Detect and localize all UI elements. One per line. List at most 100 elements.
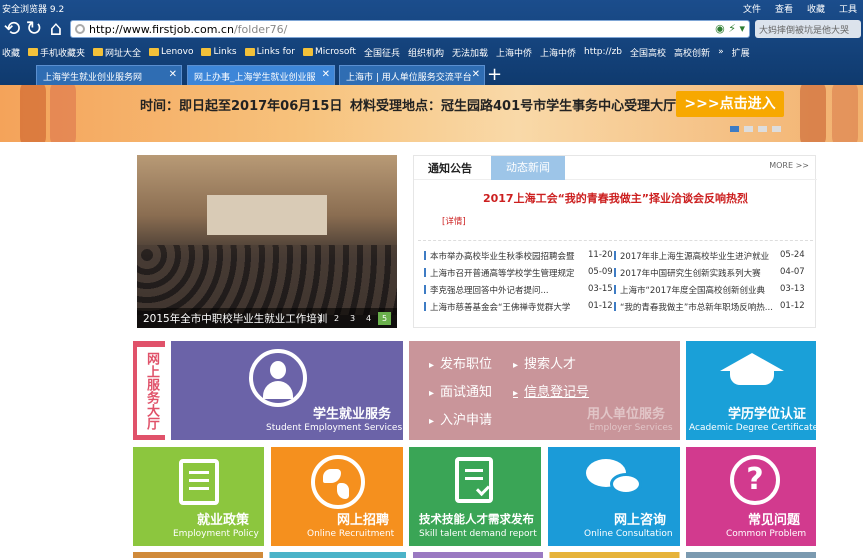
- tab-news[interactable]: 动态新闻: [491, 156, 565, 180]
- bookmark-cannot-load[interactable]: 无法加载: [452, 46, 488, 59]
- news-item[interactable]: 上海市召开普通高等学校学生管理规定: [424, 267, 575, 279]
- tile-title: 学历学位认证: [728, 407, 807, 422]
- close-icon[interactable]: ✕: [169, 69, 177, 80]
- tab-employer-platform[interactable]: 上海市 | 用人单位服务交流平台 ✕: [339, 65, 485, 85]
- menu-favorites[interactable]: 收藏: [807, 2, 825, 15]
- news-date: 01-12: [588, 301, 613, 311]
- academic-degree-tile[interactable]: 学历学位认证 Academic Degree Certificate: [686, 341, 816, 440]
- menu-bar: 文件 查看 收藏 工具: [743, 2, 857, 15]
- close-icon[interactable]: ✕: [472, 69, 480, 80]
- close-icon[interactable]: ✕: [322, 69, 330, 80]
- browser-chrome: 安全浏览器 9.2 文件 查看 收藏 工具 ⟲ ↻ ⌂ http://www.f…: [0, 0, 863, 142]
- bookmark-links[interactable]: Links: [201, 47, 237, 57]
- tile-subtitle: Online Recruitment: [307, 529, 395, 539]
- bookmark-conscription[interactable]: 全国征兵: [364, 46, 400, 59]
- online-consultation-tile[interactable]: 网上咨询 Online Consultation: [548, 447, 680, 546]
- bookmark-microsoft[interactable]: Microsoft: [302, 47, 356, 57]
- banner-enter-button[interactable]: >>>点击进入: [676, 91, 784, 117]
- menu-tools[interactable]: 工具: [839, 2, 857, 15]
- address-bar[interactable]: http://www.firstjob.com.cn/folder76/ ◉ ⚡…: [70, 20, 750, 38]
- extensions-button[interactable]: 扩展: [732, 46, 750, 59]
- tile-title: 用人单位服务: [587, 407, 666, 422]
- tab-notices[interactable]: 通知公告: [428, 160, 472, 176]
- photo-page[interactable]: 4: [362, 312, 375, 325]
- bookmark-zb[interactable]: http://zb: [584, 47, 622, 57]
- pager-dot[interactable]: [744, 126, 753, 132]
- runner-decoration: [50, 85, 76, 142]
- tile-subtitle: Online Consultation: [584, 529, 673, 539]
- common-problem-tile[interactable]: ? 常见问题 Common Problem: [686, 447, 816, 546]
- security-icon[interactable]: ◉ ⚡ ▾: [715, 22, 745, 35]
- bookmark-organization[interactable]: 组织机构: [408, 46, 444, 59]
- tab-online-office[interactable]: 网上办事_上海学生就业创业服 ✕: [187, 65, 335, 85]
- bookmark-zhongqiao-2[interactable]: 上海中侨: [540, 46, 576, 59]
- tile-title: 就业政策: [197, 513, 250, 528]
- pager-dot[interactable]: [758, 126, 767, 132]
- news-date: 04-07: [780, 267, 805, 277]
- employment-policy-tile[interactable]: 就业政策 Employment Policy: [133, 447, 264, 546]
- bookmark-zhongqiao-1[interactable]: 上海中侨: [496, 46, 532, 59]
- news-panel: 通知公告 动态新闻 MORE >> 2017上海工会“我的青春我做主”择业洽谈会…: [413, 155, 817, 328]
- news-item[interactable]: 2017年中国研究生创新实践系列大赛: [614, 267, 761, 279]
- interview-notice-link[interactable]: 面试通知: [429, 381, 492, 400]
- menu-file[interactable]: 文件: [743, 2, 761, 15]
- news-item[interactable]: 上海市慈善基金会“王佛禅寺觉群大学: [424, 301, 570, 313]
- banner-location: 材料受理地点：冠生园路401号市学生事务中心受理大厅: [350, 99, 677, 114]
- bookmark-mobile[interactable]: 手机收藏夹: [28, 46, 85, 59]
- news-item[interactable]: 李克强总理回答中外记者提问...: [424, 284, 549, 296]
- pager-dot[interactable]: [772, 126, 781, 132]
- bookmark-innovation[interactable]: 高校创新: [674, 46, 710, 59]
- employer-services-tile[interactable]: 发布职位 搜索人才 面试通知 信息登记号 入沪申请 用人单位服务 Employe…: [409, 341, 680, 440]
- post-job-link[interactable]: 发布职位: [429, 353, 492, 372]
- enter-shanghai-link[interactable]: 入沪申请: [429, 409, 492, 428]
- url-host: http://www.firstjob.com.cn: [89, 23, 234, 36]
- bookmark-url-directory[interactable]: 网址大全: [93, 46, 141, 59]
- runner-decoration: [832, 85, 858, 142]
- bookmark-favorites[interactable]: 收藏: [2, 46, 20, 59]
- photo-page[interactable]: 2: [330, 312, 343, 325]
- tab-student-service[interactable]: 上海学生就业创业服务网 ✕: [36, 65, 182, 85]
- tile-subtitle: Employer Services: [589, 423, 673, 433]
- skill-talent-tile[interactable]: 技术技能人才需求发布 Skill talent demand report: [409, 447, 541, 546]
- bookmark-universities[interactable]: 全国高校: [630, 46, 666, 59]
- student-employment-tile[interactable]: 学生就业服务 Student Employment Services: [171, 341, 403, 440]
- photo-page[interactable]: 1: [314, 312, 327, 325]
- news-date: 03-15: [588, 284, 613, 294]
- audience-image: [137, 245, 397, 315]
- bookmark-overflow[interactable]: »: [718, 47, 724, 57]
- more-link[interactable]: MORE >>: [769, 161, 809, 170]
- home-icon[interactable]: ⌂: [44, 16, 68, 40]
- tile-subtitle: Common Problem: [726, 529, 807, 539]
- runner-decoration: [20, 85, 46, 142]
- news-item[interactable]: 2017年非上海生源高校毕业生进沪就业: [614, 250, 769, 262]
- nav-row: ⟲ ↻ ⌂ http://www.firstjob.com.cn/folder7…: [0, 16, 863, 42]
- detail-link[interactable]: [详情]: [442, 215, 466, 227]
- tile-subtitle: Skill talent demand report: [419, 529, 537, 539]
- bookmark-lenovo[interactable]: Lenovo: [149, 47, 193, 57]
- address-url[interactable]: http://www.firstjob.com.cn/folder76/: [89, 23, 287, 36]
- photo-pager: 1 2 3 4 5: [314, 312, 391, 325]
- banner: 时间：即日起至2017年06月15日 材料受理地点：冠生园路401号市学生事务中…: [0, 85, 863, 142]
- menu-view[interactable]: 查看: [775, 2, 793, 15]
- chat-bubble-icon-2: [610, 473, 642, 495]
- photo-page[interactable]: 3: [346, 312, 359, 325]
- news-date: 05-24: [780, 250, 805, 260]
- back-icon[interactable]: ⟲: [0, 16, 24, 40]
- bookmark-links-for[interactable]: Links for: [244, 47, 295, 57]
- photo-slideshow[interactable]: 2015年全市中职校毕业生就业工作培训 1 2 3 4 5: [137, 155, 397, 328]
- search-input[interactable]: 大妈摔倒被坑是他大哭: [755, 20, 861, 38]
- news-item[interactable]: 本市举办高校毕业生秋季校园招聘会暨: [424, 250, 575, 262]
- new-tab-button[interactable]: +: [487, 64, 502, 85]
- pager-dot[interactable]: [730, 126, 739, 132]
- url-path: /folder76/: [233, 23, 288, 36]
- tile-title: 学生就业服务: [313, 407, 392, 422]
- refresh-icon[interactable]: ↻: [22, 16, 46, 40]
- info-register-link[interactable]: 信息登记号: [513, 381, 589, 400]
- folder-icon: [28, 48, 39, 56]
- photo-page[interactable]: 5: [378, 312, 391, 325]
- search-talent-link[interactable]: 搜索人才: [513, 353, 576, 372]
- news-item[interactable]: 上海市“2017年度全国高校创新创业典: [614, 284, 765, 296]
- online-recruitment-tile[interactable]: 网上招聘 Online Recruitment: [271, 447, 403, 546]
- news-item[interactable]: “我的青春我做主”市总新年职场反响热...: [614, 301, 773, 313]
- news-headline[interactable]: 2017上海工会“我的青春我做主”择业洽谈会反响热烈: [414, 190, 817, 206]
